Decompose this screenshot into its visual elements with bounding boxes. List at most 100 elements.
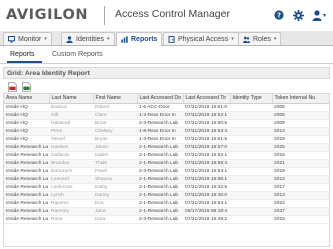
table-cell: Inside Research La xyxy=(4,175,49,184)
grid-title: Grid: Area Identity Report xyxy=(7,70,90,77)
table-cell: 07/31/2019 15:49:2 xyxy=(183,215,230,224)
table-cell: Inside Research La xyxy=(4,191,49,200)
header-divider xyxy=(104,6,105,25)
table-cell: Pavel xyxy=(93,167,137,176)
table-row[interactable]: Inside Research La Brandon Thale 2-1-Resear… xyxy=(4,159,329,168)
table-row[interactable]: Inside HQ Tassel Bryan 1-3-Rear Door In 07/3… xyxy=(4,135,329,144)
table-cell: 2014 xyxy=(272,127,329,136)
table-cell: Isabel xyxy=(93,151,137,160)
table-cell: 2-1-Research Lab xyxy=(137,151,183,160)
table-cell: Kara xyxy=(93,215,137,224)
table-cell: 2-1-Research Lab xyxy=(137,143,183,152)
column-header-last-accessed-time[interactable]: Last Accessed Tir xyxy=(183,94,231,104)
table-cell: 07/31/2019 15:51:0 xyxy=(183,103,230,112)
column-header-first-name[interactable]: First Name xyxy=(93,94,138,104)
table-cell: Inside Research La xyxy=(4,199,49,208)
header-icons: ? ▾ xyxy=(266,9,327,21)
table-cell xyxy=(230,135,272,144)
subtab-reports[interactable]: Reports xyxy=(10,51,35,58)
table-row[interactable]: Inside Research La Gallardo Isabel 2-1-Rese… xyxy=(4,151,329,160)
table-cell: 1-6 ACC-Door xyxy=(137,103,183,112)
table-cell: 07/31/2019 15:51:5 xyxy=(183,135,230,144)
tab-roles[interactable]: Roles ▾ xyxy=(238,32,282,45)
table-cell xyxy=(230,103,272,112)
table-row[interactable]: Inside Research La Rajeeve Eva 2-1-Research… xyxy=(4,199,329,208)
table-cell: Kathy xyxy=(93,183,137,192)
help-icon[interactable]: ? xyxy=(273,9,285,21)
table-cell: Inside Research La xyxy=(4,183,49,192)
table-cell xyxy=(230,167,272,176)
column-header-token-internal-number[interactable]: Token Internal Nu xyxy=(272,94,329,104)
tab-identities[interactable]: Identities ▾ xyxy=(61,32,115,45)
subtab-custom-reports[interactable]: Custom Reports xyxy=(52,51,103,58)
table-cell: Gallardo xyxy=(49,151,93,160)
svg-text:?: ? xyxy=(277,12,281,20)
table-cell: 2016 xyxy=(272,151,329,160)
chevron-down-icon: ▾ xyxy=(44,36,47,42)
table-cell: 2005 xyxy=(272,103,329,112)
table-row[interactable]: Inside Research La Banczyck Pavel 2-3-Resea… xyxy=(4,167,329,176)
gear-icon[interactable] xyxy=(292,9,304,21)
table-cell: Clare xyxy=(93,111,137,120)
table-cell: Hawkes xyxy=(49,143,93,152)
table-row[interactable]: Inside Research La Hawkes Jason 2-1-Researc… xyxy=(4,143,329,152)
tab-roles-label: Roles xyxy=(253,35,271,43)
tab-monitor-label: Monitor xyxy=(18,35,42,43)
table-cell: 2009 xyxy=(272,119,329,128)
table-cell: Brian xyxy=(93,119,137,128)
table-cell: Bryan xyxy=(93,135,137,144)
table-cell: Inside HQ xyxy=(4,103,49,112)
table-cell: 2018 xyxy=(272,135,329,144)
report-grid[interactable]: Area Name Last Name First Name Last Acce… xyxy=(3,93,330,247)
table-cell: 07/31/2019 16:32:5 xyxy=(183,183,230,192)
table-cell: Inside Research La xyxy=(4,143,49,152)
column-header-last-name[interactable]: Last Name xyxy=(49,94,94,104)
pdf-export-icon[interactable] xyxy=(7,82,17,92)
table-cell xyxy=(230,151,272,160)
table-cell: 07/31/2019 15:50:5 xyxy=(183,119,230,128)
report-table: Area Name Last Name First Name Last Acce… xyxy=(4,94,329,224)
table-cell: Chelsey xyxy=(93,127,137,136)
tab-monitor[interactable]: Monitor ▾ xyxy=(3,32,52,45)
table-cell: 07/31/2019 15:55:3 xyxy=(183,159,230,168)
table-cell: Danny xyxy=(93,191,137,200)
table-row[interactable]: Inside Research La Leonard Shauna 2-1-Resea… xyxy=(4,175,329,184)
table-cell xyxy=(230,191,272,200)
table-cell: Jana xyxy=(93,207,137,216)
table-row[interactable]: Inside Research La Lynch Danny 2-1-Research… xyxy=(4,191,329,200)
table-cell: Lynch xyxy=(49,191,93,200)
table-row[interactable]: Inside Research La Ramsey Jana 2-1-Research… xyxy=(4,207,329,216)
table-row[interactable]: Inside HQ Backus Robert 1-6 ACC-Door 07/31/2… xyxy=(4,103,329,112)
avigilon-logo: AVIGILON xyxy=(6,5,88,25)
chevron-down-icon: ▾ xyxy=(322,12,326,19)
table-row[interactable]: Inside Research La Lindeman Kathy 2-1-Resea… xyxy=(4,183,329,192)
table-cell xyxy=(230,199,272,208)
active-subtab-indicator xyxy=(7,61,42,63)
column-header-last-accessed-door[interactable]: Last Accessed Do xyxy=(137,94,184,104)
tab-reports[interactable]: Reports xyxy=(116,32,163,46)
tab-physical-access[interactable]: Physical Access ▾ xyxy=(163,32,239,45)
table-cell: 2025 xyxy=(272,143,329,152)
column-header-area-name[interactable]: Area Name xyxy=(4,94,50,104)
table-cell: Inside Research La xyxy=(4,207,49,216)
table-row[interactable]: Inside Research La Rose Kara 2-3-Research L… xyxy=(4,215,329,224)
csv-export-icon[interactable] xyxy=(21,82,31,92)
table-row[interactable]: Inside HQ Gill Clare 1-3-Rear Door In 07/31/… xyxy=(4,111,329,120)
table-row[interactable]: Inside HQ Pires Chelsey 1-8-Rear Door In 07/… xyxy=(4,127,329,136)
table-cell: 2-1-Research Lab xyxy=(137,191,183,200)
roles-icon xyxy=(243,36,250,43)
table-cell: Leonard xyxy=(49,175,93,184)
table-cell: Robert xyxy=(93,103,137,112)
grid-toolbar xyxy=(3,80,330,93)
table-cell: 07/31/2019 15:53:1 xyxy=(183,199,230,208)
physical-access-icon xyxy=(168,35,175,43)
table-cell: Inside Research La xyxy=(4,151,49,160)
table-cell: Inside HQ xyxy=(4,127,49,136)
table-cell: Jason xyxy=(93,143,137,152)
table-cell xyxy=(230,215,272,224)
user-icon[interactable]: ▾ xyxy=(311,9,327,21)
monitor-icon xyxy=(8,35,15,43)
column-header-identity-type[interactable]: Identity Type xyxy=(230,94,273,104)
table-cell: Inside Research La xyxy=(4,215,49,224)
table-row[interactable]: Inside HQ Halstead Brian 2-3-Research Lab 07… xyxy=(4,119,329,128)
